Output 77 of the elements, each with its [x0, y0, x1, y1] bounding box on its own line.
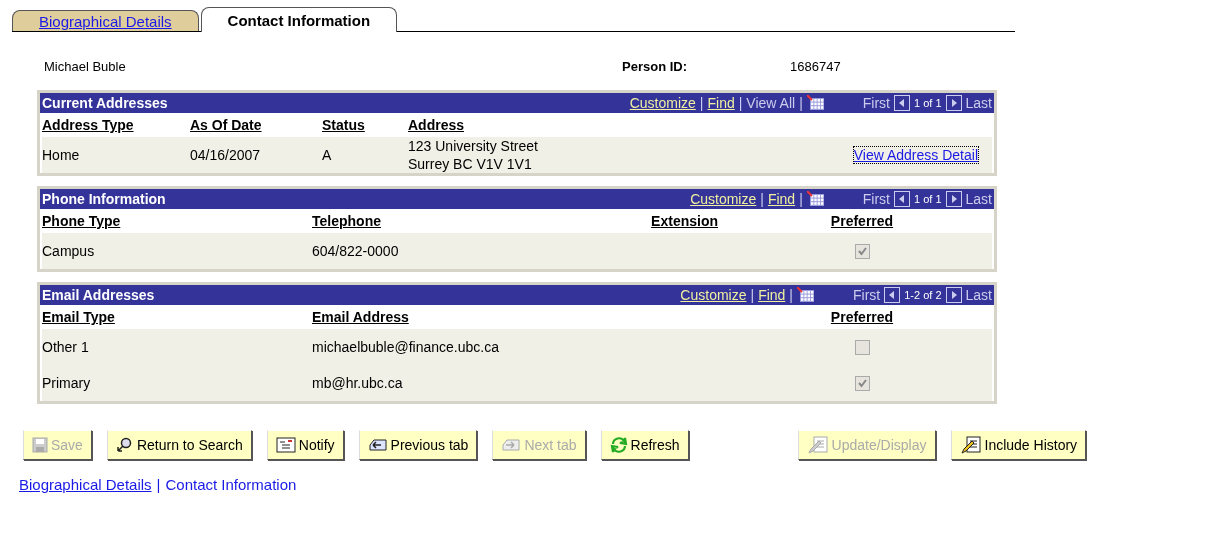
separator: |: [156, 476, 161, 493]
tab[interactable]: Biographical Details: [12, 10, 199, 31]
column-header[interactable]: Email Type: [42, 309, 115, 325]
header-link[interactable]: Find: [767, 191, 796, 207]
left-arrow-icon: [367, 437, 388, 453]
next-page-icon[interactable]: [945, 287, 962, 303]
panel-title: Phone Information: [42, 191, 167, 207]
separator: |: [750, 287, 755, 303]
search-icon: [115, 437, 134, 453]
grid-icon[interactable]: [806, 191, 825, 207]
row-count: 1-2 of 2: [904, 289, 942, 301]
column-header[interactable]: As Of Date: [190, 117, 262, 133]
header-link[interactable]: Customize: [690, 191, 757, 207]
table-cell: mb@hr.ubc.ca: [312, 375, 403, 391]
header-link[interactable]: Customize: [680, 287, 747, 303]
table-cell: michaelbuble@finance.ubc.ca: [312, 339, 499, 355]
person-id-value: 1686747: [790, 58, 841, 74]
toolbar-button[interactable]: Return to Search: [106, 430, 252, 460]
document-pencil-icon: [806, 436, 829, 454]
column-header[interactable]: Phone Type: [42, 213, 121, 229]
grid-icon[interactable]: [806, 95, 825, 111]
table-cell: Primary: [42, 375, 91, 391]
grid-icon[interactable]: [797, 287, 815, 303]
first-label: First: [853, 287, 881, 303]
separator: |: [799, 191, 803, 207]
person-name: Michael Buble: [44, 58, 127, 74]
table-cell: A: [322, 147, 332, 163]
current-page-link[interactable]: Contact Information: [165, 476, 297, 493]
table-cell: Home: [42, 147, 80, 163]
first-label: First: [862, 95, 890, 111]
address-text: 123 University Street Surrey BC V1V 1V1: [408, 137, 538, 173]
first-label: First: [862, 191, 890, 207]
column-header[interactable]: Address Type: [42, 117, 134, 133]
next-page-icon[interactable]: [945, 95, 962, 111]
panel-title: Email Addresses: [42, 287, 156, 303]
previous-page-icon[interactable]: [884, 287, 901, 303]
next-page-icon[interactable]: [945, 191, 962, 207]
right-arrow-icon: [501, 437, 522, 453]
last-label: Last: [965, 287, 992, 303]
view-address-detail-link[interactable]: View Address Detail: [853, 147, 978, 163]
toolbar-button[interactable]: Previous tab: [358, 430, 478, 460]
header-link[interactable]: Find: [707, 95, 735, 111]
refresh-icon: [609, 436, 628, 454]
column-header[interactable]: Extension: [651, 213, 718, 229]
last-label: Last: [965, 191, 992, 207]
previous-page-icon[interactable]: [894, 95, 910, 111]
column-header[interactable]: Preferred: [830, 213, 894, 229]
table-cell: 604/822-0000: [312, 243, 399, 259]
table-cell: 04/16/2007: [190, 147, 261, 163]
column-header[interactable]: Telephone: [312, 213, 381, 229]
footer-link[interactable]: Biographical Details: [19, 476, 152, 493]
panel-title: Current Addresses: [42, 95, 169, 111]
last-label: Last: [965, 95, 992, 111]
column-header[interactable]: Email Address: [312, 309, 409, 325]
previous-page-icon[interactable]: [894, 191, 910, 207]
toolbar-button[interactable]: Refresh: [600, 430, 689, 460]
toolbar-button[interactable]: Include History: [950, 430, 1087, 460]
column-header[interactable]: Status: [322, 117, 365, 133]
note-icon: [275, 437, 296, 453]
separator: |: [789, 287, 793, 303]
row-count: 1 of 1: [914, 97, 942, 109]
header-link[interactable]: Find: [758, 287, 786, 303]
table-cell: Campus: [42, 243, 95, 259]
person-id-label: Person ID:: [622, 58, 688, 74]
column-header[interactable]: Preferred: [830, 309, 894, 325]
separator: |: [699, 95, 704, 111]
tab[interactable]: Contact Information: [200, 7, 398, 32]
row-count: 1 of 1: [914, 193, 942, 205]
header-link[interactable]: Customize: [629, 95, 696, 111]
document-pencil-icon: [959, 436, 982, 454]
column-header[interactable]: Address: [408, 117, 465, 133]
view-all-text: View All: [746, 95, 796, 111]
separator: |: [760, 191, 764, 207]
toolbar-button[interactable]: Notify: [266, 430, 344, 460]
table-cell: Other 1: [42, 339, 89, 355]
separator: |: [799, 95, 803, 111]
separator: |: [738, 95, 743, 111]
